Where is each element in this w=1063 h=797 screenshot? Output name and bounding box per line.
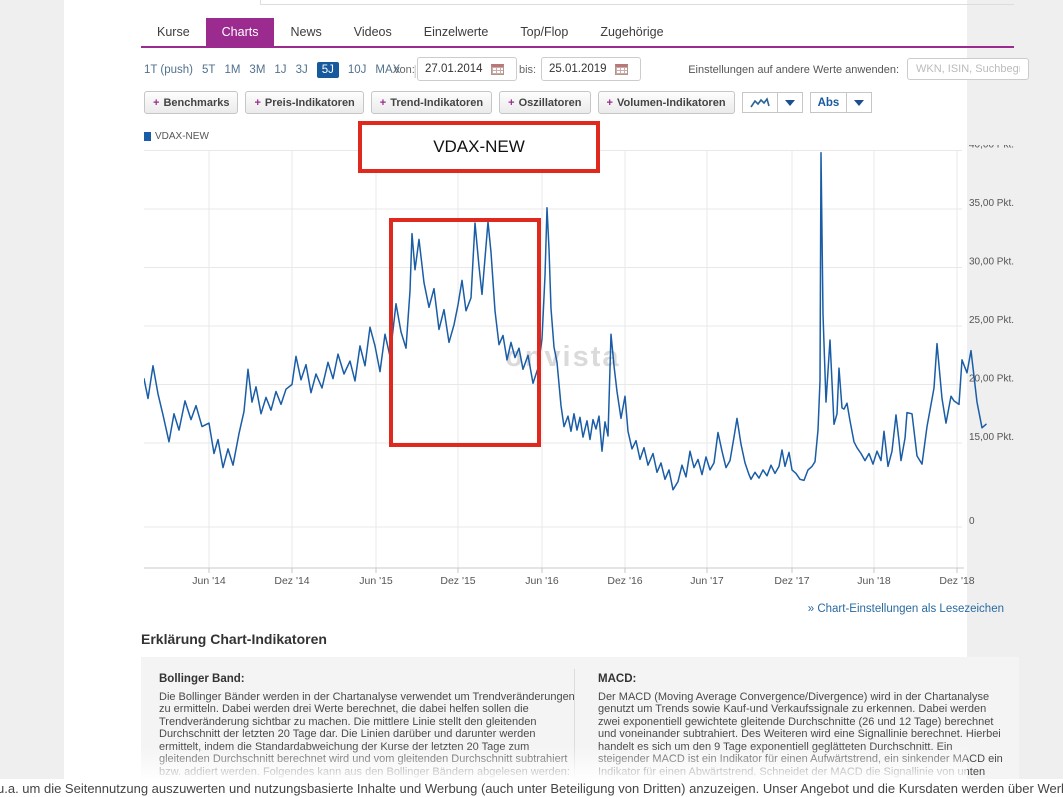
red-annotation-box-region — [389, 218, 541, 447]
tab-news[interactable]: News — [274, 18, 337, 46]
plus-icon: + — [254, 96, 261, 109]
chart-settings-bookmark-link[interactable]: » Chart-Einstellungen als Lesezeichen — [704, 603, 1004, 615]
svg-text:20,00 Pkt.: 20,00 Pkt. — [969, 374, 1014, 385]
indicator-button-row: + Benchmarks + Preis-Indikatoren + Trend-Indi… — [144, 91, 873, 114]
button-label: Oszillatoren — [518, 96, 582, 109]
range-1j[interactable]: 1J — [274, 64, 286, 76]
bollinger-column: Bollinger Band: Die Bollinger Bänder wer… — [159, 673, 579, 778]
add-oszillatoren-button[interactable]: + Oszillatoren — [499, 91, 591, 114]
svg-text:35,00 Pkt.: 35,00 Pkt. — [969, 198, 1014, 209]
button-label: Volumen-Indikatoren — [616, 96, 726, 109]
scale-dropdown[interactable]: Abs — [809, 92, 873, 113]
scale-abs-label: Abs — [809, 92, 848, 113]
macd-heading: MACD: — [598, 673, 637, 685]
chart-legend: VDAX-NEW — [144, 131, 209, 142]
tab-kurse[interactable]: Kurse — [141, 18, 206, 46]
cookie-consent-bar: u.a. um die Seitennutzung auszuwerten un… — [0, 779, 1063, 797]
button-label: Benchmarks — [163, 96, 230, 109]
calendar-icon[interactable] — [491, 63, 504, 75]
svg-text:Dez '15: Dez '15 — [440, 575, 475, 587]
plus-icon: + — [508, 96, 515, 109]
calendar-icon[interactable] — [615, 63, 628, 75]
line-chart-type-icon — [741, 92, 778, 113]
legend-swatch — [144, 132, 151, 141]
date-from-box — [417, 57, 517, 81]
column-divider — [574, 669, 575, 797]
bollinger-text: Die Bollinger Bänder werden in der Chart… — [159, 690, 575, 778]
add-trend-indikatoren-button[interactable]: + Trend-Indikatoren — [370, 91, 493, 114]
bis-label: bis: — [519, 64, 537, 76]
time-range-selector: 1T (push) 5T 1M 3M 1J 3J 5J 10J MAX | — [144, 62, 421, 78]
range-3j[interactable]: 3J — [296, 64, 308, 76]
chevron-down-icon[interactable] — [847, 92, 873, 113]
page: Kurse Charts News Videos Einzelwerte Top/Flop… — [0, 0, 1063, 797]
svg-text:30,00 Pkt.: 30,00 Pkt. — [969, 257, 1014, 268]
add-preis-indikatoren-button[interactable]: + Preis-Indikatoren — [245, 91, 364, 114]
svg-text:Jun '15: Jun '15 — [359, 575, 393, 587]
add-benchmarks-button[interactable]: + Benchmarks — [144, 91, 239, 114]
explain-section-title: Erklärung Chart-Indikatoren — [141, 631, 327, 647]
range-1m[interactable]: 1M — [224, 64, 240, 76]
button-label: Preis-Indikatoren — [264, 96, 355, 109]
red-annotation-box-title: VDAX-NEW — [358, 121, 600, 173]
von-label: von: — [394, 64, 415, 76]
top-divider-remnant — [260, 0, 261, 5]
apply-settings-label: Einstellungen auf andere Werte anwenden: — [688, 64, 899, 76]
svg-text:Jun '17: Jun '17 — [690, 575, 724, 587]
tab-einzelwerte[interactable]: Einzelwerte — [408, 18, 505, 46]
legend-label: VDAX-NEW — [155, 131, 209, 142]
date-to-box — [541, 57, 641, 81]
chevron-down-icon[interactable] — [777, 92, 803, 113]
svg-text:Dez '18: Dez '18 — [939, 575, 974, 587]
svg-text:Jun '16: Jun '16 — [525, 575, 559, 587]
wkn-isin-search-input[interactable] — [914, 62, 1022, 76]
range-5j[interactable]: 5J — [316, 62, 339, 78]
plus-icon: + — [606, 96, 613, 109]
tab-zugehrige[interactable]: Zugehörige — [584, 18, 679, 46]
range-1tpush[interactable]: 1T (push) — [144, 64, 193, 76]
date-to-input[interactable] — [547, 62, 615, 76]
annotation-label: VDAX-NEW — [433, 137, 525, 156]
svg-text:Dez '16: Dez '16 — [607, 575, 642, 587]
date-from-input[interactable] — [423, 62, 491, 76]
add-volumen-indikatoren-button[interactable]: + Volumen-Indikatoren — [597, 91, 735, 114]
svg-text:Dez '17: Dez '17 — [774, 575, 809, 587]
svg-text:40,00 Pkt.: 40,00 Pkt. — [969, 145, 1014, 151]
plus-icon: + — [153, 96, 160, 109]
svg-text:Jun '18: Jun '18 — [857, 575, 891, 587]
svg-text:0: 0 — [969, 516, 975, 527]
tab-bar: Kurse Charts News Videos Einzelwerte Top/Flop… — [141, 18, 680, 46]
button-label: Trend-Indikatoren — [390, 96, 484, 109]
svg-text:25,00 Pkt.: 25,00 Pkt. — [969, 315, 1014, 326]
range-3m[interactable]: 3M — [249, 64, 265, 76]
bollinger-heading: Bollinger Band: — [159, 673, 245, 685]
tab-charts[interactable]: Charts — [205, 18, 275, 46]
svg-text:15,00 Pkt.: 15,00 Pkt. — [969, 432, 1014, 443]
tab-underline — [141, 46, 1014, 48]
apply-search-box — [907, 58, 1029, 80]
range-10j[interactable]: 10J — [348, 64, 367, 76]
explain-panel: Bollinger Band: Die Bollinger Bänder wer… — [141, 657, 1019, 797]
tab-videos[interactable]: Videos — [338, 18, 408, 46]
price-chart[interactable]: 40,00 Pkt. 35,00 Pkt. 30,00 Pkt. 25,00 Pkt.… — [144, 145, 1034, 593]
svg-text:Dez '14: Dez '14 — [274, 575, 309, 587]
tab-topflop[interactable]: Top/Flop — [504, 18, 584, 46]
svg-text:Jun '14: Jun '14 — [192, 575, 226, 587]
range-5t[interactable]: 5T — [202, 64, 215, 76]
plus-icon: + — [379, 96, 387, 109]
chart-type-dropdown[interactable] — [741, 92, 803, 113]
top-border-remnant — [260, 4, 1014, 5]
